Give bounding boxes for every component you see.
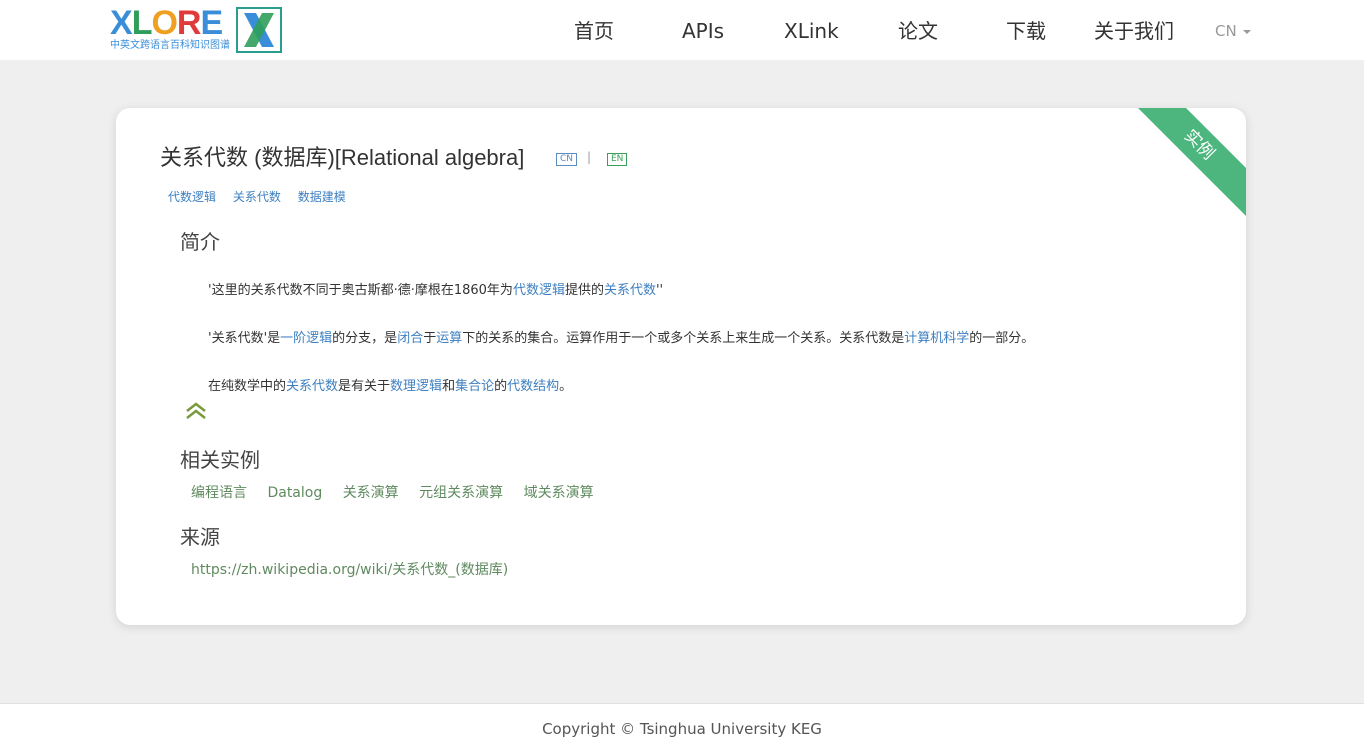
abstract-paragraph-1: '这里的关系代数不同于奥古斯都·德·摩根在1860年为代数逻辑提供的关系代数'' <box>208 279 663 298</box>
related-item[interactable]: 域关系演算 <box>524 485 594 501</box>
category-link[interactable]: 关系代数 <box>233 190 281 204</box>
language-label: CN <box>1215 22 1237 40</box>
logo-letter-o: O <box>151 4 177 42</box>
collapse-up-icon[interactable] <box>184 402 208 420</box>
text: 提供的 <box>564 283 604 298</box>
abstract-heading: 简介 <box>180 230 220 254</box>
related-item[interactable]: Datalog <box>267 485 322 501</box>
text: 是有关于 <box>338 379 391 394</box>
source-link[interactable]: https://zh.wikipedia.org/wiki/关系代数_(数据库) <box>191 559 508 579</box>
text: 。 <box>559 379 573 394</box>
nav-home[interactable]: 首页 <box>574 18 614 44</box>
category-link[interactable]: 数据建模 <box>298 190 346 204</box>
text: 的分支，是 <box>332 331 398 346</box>
instance-ribbon: 实例 <box>1119 108 1246 225</box>
related-instances: 编程语言 Datalog 关系演算 元组关系演算 域关系演算 <box>191 482 610 502</box>
link-mathematical-logic[interactable]: 数理逻辑 <box>390 379 442 394</box>
link-computer-science[interactable]: 计算机科学 <box>904 331 969 346</box>
nav-papers[interactable]: 论文 <box>898 18 938 44</box>
lang-tag-en[interactable]: EN <box>607 153 628 166</box>
link-algebraic-structure[interactable]: 代数结构 <box>507 379 559 394</box>
lang-tag-cn[interactable]: CN <box>556 153 578 166</box>
footer: Copyright © Tsinghua University KEG <box>0 703 1364 754</box>
related-item[interactable]: 编程语言 <box>191 485 247 501</box>
abstract-paragraph-3: 在纯数学中的关系代数是有关于数理逻辑和集合论的代数结构。 <box>208 375 572 394</box>
logo-letter-r: R <box>176 4 202 42</box>
text: 和 <box>442 379 456 394</box>
link-relation-algebra[interactable]: 关系代数 <box>604 283 656 298</box>
logo-letter-e: E <box>200 4 223 42</box>
xlore-logo[interactable]: XLORE 中英文跨语言百科知识图谱 <box>110 6 282 54</box>
related-item[interactable]: 元组关系演算 <box>419 485 503 501</box>
text: '关系代数'是 <box>208 331 281 346</box>
entity-card: 实例 关系代数 (数据库)[Relational algebra] CN | E… <box>116 108 1246 625</box>
related-heading: 相关实例 <box>180 448 260 472</box>
logo-wordmark: XLORE <box>110 4 223 42</box>
top-navbar: XLORE 中英文跨语言百科知识图谱 首页 APIs XLink 论文 下载 关… <box>0 0 1364 60</box>
logo-letter-l: L <box>131 4 153 42</box>
abstract-paragraph-2: '关系代数'是一阶逻辑的分支，是闭合于运算下的关系的集合。运算作用于一个或多个关… <box>208 327 1034 346</box>
caret-down-icon <box>1242 29 1251 34</box>
entity-title: 关系代数 (数据库)[Relational algebra] <box>160 145 525 170</box>
text: 于 <box>423 331 437 346</box>
text: 的一部分。 <box>969 331 1035 346</box>
nav-download[interactable]: 下载 <box>1006 18 1046 44</box>
link-algebraic-logic[interactable]: 代数逻辑 <box>513 283 565 298</box>
link-set-theory[interactable]: 集合论 <box>455 379 494 394</box>
text: 的 <box>494 379 508 394</box>
language-dropdown[interactable]: CN <box>1215 22 1251 40</box>
nav-apis[interactable]: APIs <box>682 18 724 44</box>
source-heading: 来源 <box>180 525 220 549</box>
nav-xlink[interactable]: XLink <box>784 18 839 44</box>
related-item[interactable]: 关系演算 <box>343 485 399 501</box>
link-operation[interactable]: 运算 <box>436 331 462 346</box>
text: '' <box>655 283 664 298</box>
x-mark-icon <box>244 13 274 47</box>
logo-subtitle: 中英文跨语言百科知识图谱 <box>110 40 230 51</box>
text: '这里的关系代数不同于奥古斯都·德·摩根在1860年为 <box>208 283 513 298</box>
logo-x-mark <box>236 7 282 53</box>
link-relation-algebra[interactable]: 关系代数 <box>286 379 338 394</box>
lang-separator: | <box>587 150 592 164</box>
copyright-text: Copyright © Tsinghua University KEG <box>542 720 822 738</box>
link-first-order-logic[interactable]: 一阶逻辑 <box>280 331 332 346</box>
text: 在纯数学中的 <box>208 379 287 394</box>
category-link[interactable]: 代数逻辑 <box>168 190 216 204</box>
category-links: 代数逻辑 关系代数 数据建模 <box>168 188 359 205</box>
text: 下的关系的集合。运算作用于一个或多个关系上来生成一个关系。关系代数是 <box>462 331 905 346</box>
nav-about[interactable]: 关于我们 <box>1094 18 1174 44</box>
logo-letter-x: X <box>110 4 133 42</box>
link-closure[interactable]: 闭合 <box>397 331 423 346</box>
